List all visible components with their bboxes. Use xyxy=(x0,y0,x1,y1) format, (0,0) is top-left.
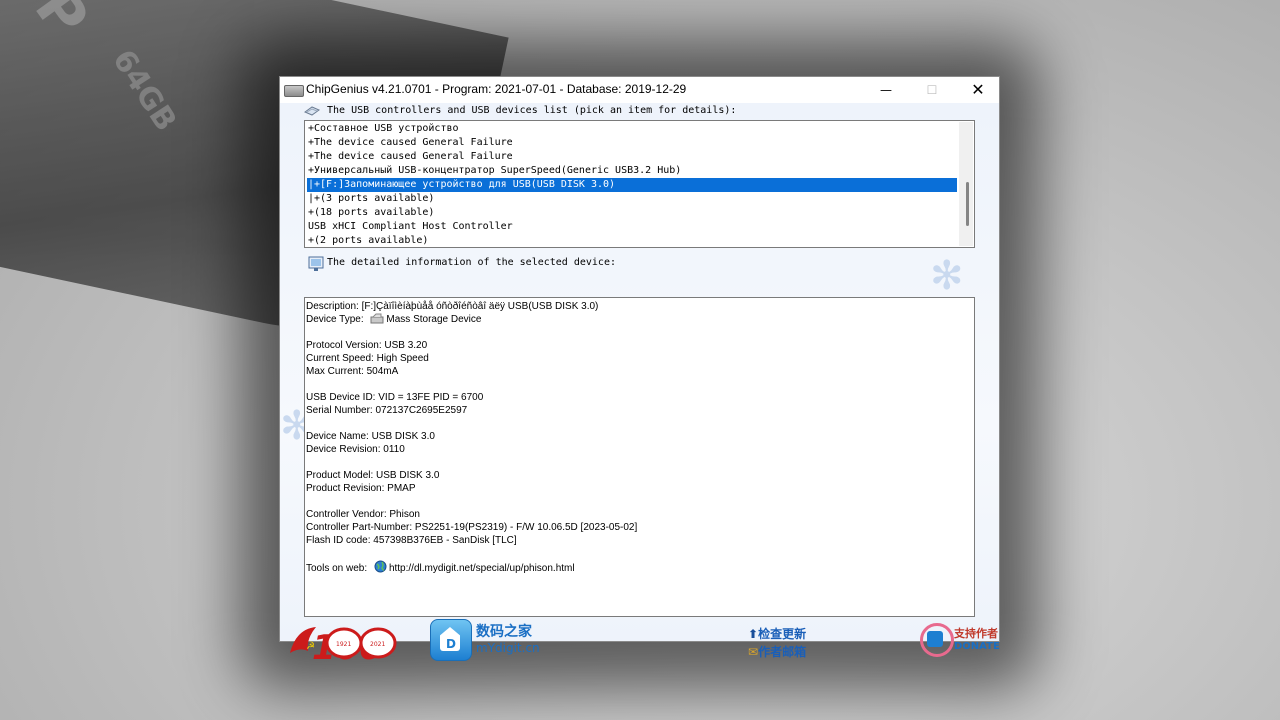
detail-product-model: Product Model: USB DISK 3.0 xyxy=(306,470,440,481)
logo-letter: D xyxy=(446,637,456,651)
site-name-chinese[interactable]: 数码之家 xyxy=(476,621,532,641)
envelope-icon: ✉ xyxy=(748,645,759,659)
device-list-item[interactable]: USB xHCI Compliant Host Controller xyxy=(307,220,957,234)
detail-flash-id: Flash ID code: 457398B376EB - SanDisk [T… xyxy=(306,535,517,546)
detail-controller-part-number: Controller Part-Number: PS2251-19(PS2319… xyxy=(306,522,638,533)
detail-current-speed: Current Speed: High Speed xyxy=(306,353,429,364)
detail-serial-number: Serial Number: 072137C2695E2597 xyxy=(306,405,468,416)
detail-usb-device-id: USB Device ID: VID = 13FE PID = 6700 xyxy=(306,392,484,403)
title-bar[interactable]: ChipGenius v4.21.0701 - Program: 2021-07… xyxy=(280,77,999,103)
globe-icon xyxy=(374,560,387,573)
detail-device-type: Device Type: Mass Storage Device xyxy=(306,313,481,326)
device-list-item[interactable]: +Составное USB устройство xyxy=(307,122,957,136)
mass-storage-icon xyxy=(370,313,384,324)
detail-controller-vendor: Controller Vendor: Phison xyxy=(306,509,420,520)
check-update-link[interactable]: ⬆检查更新 xyxy=(748,625,806,642)
device-list-item[interactable]: +(2 ports available) xyxy=(307,234,957,247)
donate-home-icon xyxy=(927,631,943,647)
device-type-value: Mass Storage Device xyxy=(386,314,482,325)
device-list-item[interactable]: |+(3 ports available) xyxy=(307,192,957,206)
svg-text:2021: 2021 xyxy=(370,641,385,648)
detail-device-name: Device Name: USB DISK 3.0 xyxy=(306,431,435,442)
device-type-label: Device Type: xyxy=(306,314,364,325)
donate-label-english: DONATE xyxy=(954,641,1000,652)
tools-label: Tools on web: xyxy=(306,563,368,574)
centenary-100-badge-icon: ☭ 100 1921 2021 xyxy=(290,627,397,663)
site-name-english[interactable]: mYdigit.cn xyxy=(476,641,540,655)
background-brand-text: SP xyxy=(0,0,102,49)
mydigit-logo-icon[interactable]: D xyxy=(430,619,472,661)
device-list-item[interactable]: +(18 ports available) xyxy=(307,206,957,220)
up-arrow-icon: ⬆ xyxy=(748,627,759,641)
device-list-item-selected[interactable]: |+[F:]Запоминающее устройство для USB(US… xyxy=(307,178,957,192)
footer: ☭ 100 1921 2021 D 数码之家 mYdigit.cn ⬆检查更新 … xyxy=(280,615,1000,665)
usb-list-icon xyxy=(304,106,320,116)
device-list-item[interactable]: +The device caused General Failure xyxy=(307,136,957,150)
detail-product-revision: Product Revision: PMAP xyxy=(306,483,416,494)
donate-button[interactable]: 支持作者 DONATE xyxy=(918,619,1000,663)
info-monitor-icon xyxy=(308,256,324,271)
background-capacity-text: 64GB xyxy=(105,43,184,138)
device-list[interactable]: +Составное USB устройство +The device cau… xyxy=(304,120,975,248)
detail-description: Description: [F:]Çàïîìèíàþùåå óñòðîéñòâî… xyxy=(306,301,599,312)
close-button[interactable]: ✕ xyxy=(955,77,1001,103)
scrollbar-thumb[interactable] xyxy=(966,182,969,226)
device-list-item[interactable]: +The device caused General Failure xyxy=(307,150,957,164)
details-label: The detailed information of the selected… xyxy=(327,257,616,268)
app-icon xyxy=(284,85,304,97)
detail-tools-on-web: Tools on web: http://dl.mydigit.net/spec… xyxy=(306,560,575,575)
author-email-link[interactable]: ✉作者邮箱 xyxy=(748,643,806,660)
device-list-item[interactable]: +Универсальный USB-концентратор SuperSpe… xyxy=(307,164,957,178)
device-details-panel[interactable]: Description: [F:]Çàïîìèíàþùåå óñòðîéñòâî… xyxy=(304,297,975,617)
decorative-snowflake-icon: ✻ xyxy=(930,253,964,299)
svg-text:1921: 1921 xyxy=(336,641,351,648)
client-area: ✻ ✻ The USB controllers and USB devices … xyxy=(280,103,1000,663)
detail-max-current: Max Current: 504mA xyxy=(306,366,399,377)
detail-device-revision: Device Revision: 0110 xyxy=(306,444,405,455)
chipgenius-window: ChipGenius v4.21.0701 - Program: 2021-07… xyxy=(279,76,1000,663)
donate-label-chinese: 支持作者 xyxy=(954,627,998,640)
device-list-scrollbar[interactable] xyxy=(959,122,973,246)
tools-url-link[interactable]: http://dl.mydigit.net/special/up/phison.… xyxy=(389,563,575,574)
minimize-button[interactable]: — xyxy=(863,77,909,103)
maximize-button[interactable]: ☐ xyxy=(909,77,955,103)
window-title: ChipGenius v4.21.0701 - Program: 2021-07… xyxy=(306,82,687,96)
device-list-label: The USB controllers and USB devices list… xyxy=(327,105,737,116)
detail-protocol-version: Protocol Version: USB 3.20 xyxy=(306,340,428,351)
